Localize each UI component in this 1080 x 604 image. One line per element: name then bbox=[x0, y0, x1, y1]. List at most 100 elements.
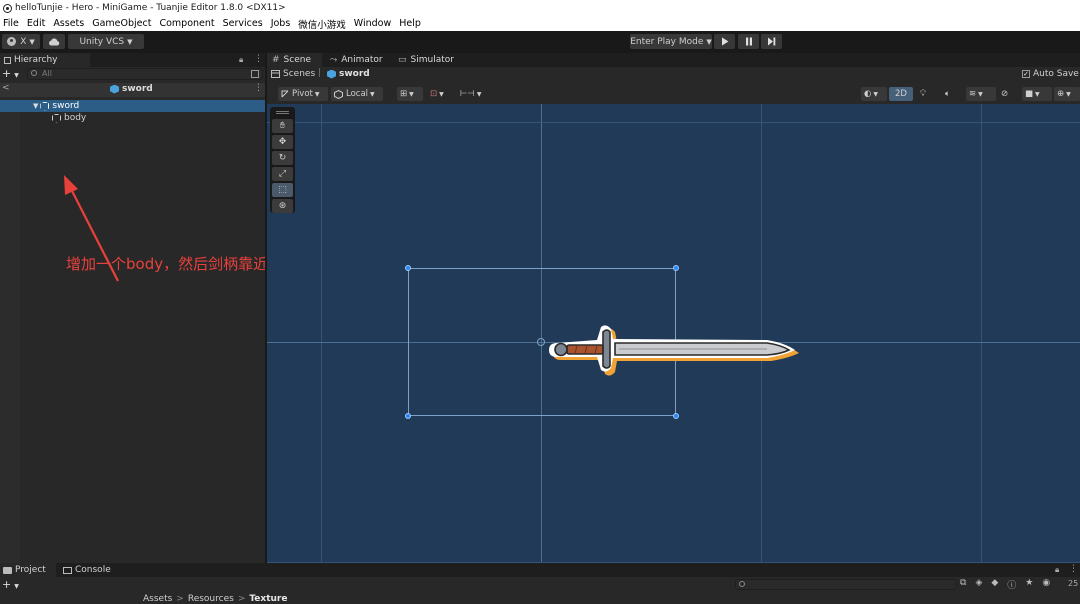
foldout-arrow-icon[interactable]: ▼ bbox=[33, 102, 38, 110]
scene-toolbar: Pivot ▼ Local ▼ ⊞ ▼ ⊡ ▼ ⊢⊣ ▼ ◐ ▼ 2D 💡︎ 🔈︎ ≋ ▼… bbox=[267, 84, 1080, 104]
cloud-button[interactable] bbox=[43, 34, 65, 49]
breadcrumb-assets[interactable]: Assets bbox=[143, 594, 172, 604]
auto-save-toggle[interactable]: ✓ Auto Save bbox=[1022, 69, 1079, 79]
checkmark-icon[interactable]: ✓ bbox=[1022, 70, 1030, 78]
grid-line bbox=[981, 104, 982, 563]
grid-icon: # bbox=[272, 55, 280, 65]
gameobject-cube-icon bbox=[52, 113, 61, 123]
menu-bar: File Edit Assets GameObject Component Se… bbox=[0, 16, 1080, 31]
mode-2d-label: 2D bbox=[895, 89, 907, 99]
scenes-icon bbox=[271, 70, 280, 78]
gizmos-dropdown[interactable]: ⊕ ▼ bbox=[1054, 87, 1080, 101]
menu-assets[interactable]: Assets bbox=[50, 18, 89, 29]
hidden-packages-count: 25 bbox=[1068, 579, 1079, 588]
rect-icon: ⬚ bbox=[278, 185, 287, 195]
add-object-button[interactable]: + ▼ bbox=[2, 67, 19, 80]
rotate-tool-button[interactable]: ↻ bbox=[272, 151, 293, 165]
layers-icon: ≋ bbox=[969, 89, 977, 99]
play-mode-label: Enter Play Mode bbox=[630, 36, 704, 47]
search-by-label-icon[interactable]: ◈ bbox=[975, 578, 982, 591]
chevron-left-icon[interactable]: < bbox=[2, 83, 10, 93]
play-button[interactable] bbox=[714, 34, 735, 49]
audio-toggle[interactable]: 🔈︎ bbox=[942, 87, 962, 101]
scene-viewport[interactable]: ✋︎ ✥ ↻ ⤢ ⬚ ⊛ bbox=[267, 104, 1080, 563]
lock-icon[interactable]: 🔒︎ bbox=[239, 55, 243, 65]
local-label: Local bbox=[346, 89, 369, 99]
chevron-down-icon: ▼ bbox=[314, 90, 320, 98]
rotate-icon: ↻ bbox=[278, 153, 287, 163]
menu-gameobject[interactable]: GameObject bbox=[89, 18, 156, 29]
search-icon bbox=[739, 581, 745, 587]
menu-wechat-minigame[interactable]: 微信小游戏 bbox=[295, 17, 351, 31]
menu-edit[interactable]: Edit bbox=[24, 18, 50, 29]
hierarchy-item-sword[interactable]: ▼ sword bbox=[0, 100, 265, 112]
rect-handle-top-left[interactable] bbox=[405, 265, 411, 271]
breadcrumb: Scenes | sword ✓ Auto Save bbox=[267, 67, 1080, 82]
filter-icon[interactable] bbox=[251, 70, 259, 78]
eye-icon[interactable]: ◉ bbox=[1042, 578, 1050, 591]
info-icon[interactable]: ⓘ bbox=[1007, 578, 1016, 591]
rect-handle-bottom-right[interactable] bbox=[673, 413, 679, 419]
sword-sprite[interactable] bbox=[545, 314, 801, 384]
tag-icon[interactable]: ◆ bbox=[991, 578, 998, 591]
enter-play-mode-dropdown[interactable]: Enter Play Mode ▼ bbox=[630, 34, 712, 49]
breadcrumb-sword[interactable]: sword bbox=[327, 69, 370, 79]
draw-mode-dropdown[interactable]: ◐ ▼ bbox=[861, 87, 887, 101]
rect-handle-top-right[interactable] bbox=[673, 265, 679, 271]
increment-icon: ⊢⊣ bbox=[460, 89, 475, 99]
menu-component[interactable]: Component bbox=[156, 18, 219, 29]
hand-icon: ✋︎ bbox=[279, 121, 286, 131]
tab-scene[interactable]: # Scene bbox=[267, 53, 322, 67]
search-by-type-icon[interactable]: ⧉ bbox=[960, 578, 966, 591]
tab-animator[interactable]: ⤳ Animator bbox=[327, 53, 383, 67]
pause-button[interactable] bbox=[738, 34, 759, 49]
increment-snap-dropdown[interactable]: ⊢⊣ ▼ bbox=[457, 87, 483, 101]
rect-handle-bottom-left[interactable] bbox=[405, 413, 411, 419]
rect-tool-button[interactable]: ⬚ bbox=[272, 183, 293, 197]
camera-settings-dropdown[interactable]: ■ ▼ bbox=[1022, 87, 1052, 101]
breadcrumb-resources[interactable]: Resources bbox=[188, 594, 234, 604]
scene-panel: # Scene ⤳ Animator ▭ Simulator Scenes | … bbox=[267, 53, 1080, 563]
grid-snap-dropdown[interactable]: ⊞ ▼ bbox=[397, 87, 423, 101]
more-options-icon[interactable]: ⋮ bbox=[1069, 564, 1078, 574]
star-icon[interactable]: ★ bbox=[1025, 578, 1033, 591]
more-options-icon[interactable]: ⋮ bbox=[254, 83, 263, 93]
hand-tool-button[interactable]: ✋︎ bbox=[272, 119, 293, 133]
hierarchy-search-input[interactable]: All bbox=[27, 68, 263, 80]
drag-handle-icon[interactable] bbox=[276, 111, 289, 114]
menu-window[interactable]: Window bbox=[351, 18, 396, 29]
scale-tool-button[interactable]: ⤢ bbox=[272, 167, 293, 181]
tab-hierarchy[interactable]: Hierarchy bbox=[0, 53, 90, 67]
local-dropdown[interactable]: Local ▼ bbox=[331, 87, 383, 101]
account-dropdown[interactable]: X ▼ bbox=[2, 34, 40, 49]
effects-dropdown[interactable]: ≋ ▼ bbox=[966, 87, 996, 101]
tab-project[interactable]: Project bbox=[0, 563, 56, 577]
breadcrumb-scenes[interactable]: Scenes bbox=[271, 69, 315, 79]
window-title: helloTunjie - Hero - MiniGame - Tuanjie … bbox=[15, 3, 286, 13]
project-search-input[interactable] bbox=[735, 579, 957, 590]
move-tool-button[interactable]: ✥ bbox=[272, 135, 293, 149]
pivot-dropdown[interactable]: Pivot ▼ bbox=[278, 87, 328, 101]
transform-tool-button[interactable]: ⊛ bbox=[272, 199, 293, 213]
menu-jobs[interactable]: Jobs bbox=[268, 18, 296, 29]
step-button[interactable] bbox=[761, 34, 782, 49]
pivot-label: Pivot bbox=[292, 89, 313, 99]
tab-console[interactable]: Console bbox=[60, 563, 111, 577]
scene-tab-bar bbox=[267, 53, 1080, 67]
snap-dropdown[interactable]: ⊡ ▼ bbox=[427, 87, 453, 101]
breadcrumb-texture[interactable]: Texture bbox=[249, 594, 287, 604]
menu-help[interactable]: Help bbox=[396, 18, 426, 29]
pivot-handle[interactable] bbox=[537, 338, 545, 346]
gameobject-cube-icon bbox=[40, 101, 50, 111]
menu-file[interactable]: File bbox=[0, 18, 24, 29]
lighting-toggle[interactable]: 💡︎ bbox=[917, 87, 937, 101]
create-asset-button[interactable]: + ▼ bbox=[2, 578, 19, 591]
version-control-dropdown[interactable]: Unity VCS ▼ bbox=[68, 34, 144, 49]
menu-services[interactable]: Services bbox=[220, 18, 268, 29]
scene-visibility-toggle[interactable]: ⊘ bbox=[998, 87, 1018, 101]
mode-2d-toggle[interactable]: 2D bbox=[889, 87, 913, 101]
lock-icon[interactable]: 🔒︎ bbox=[1055, 565, 1059, 575]
hierarchy-item-body[interactable]: body bbox=[0, 112, 265, 124]
tab-simulator[interactable]: ▭ Simulator bbox=[395, 53, 454, 67]
more-options-icon[interactable]: ⋮ bbox=[254, 54, 263, 64]
